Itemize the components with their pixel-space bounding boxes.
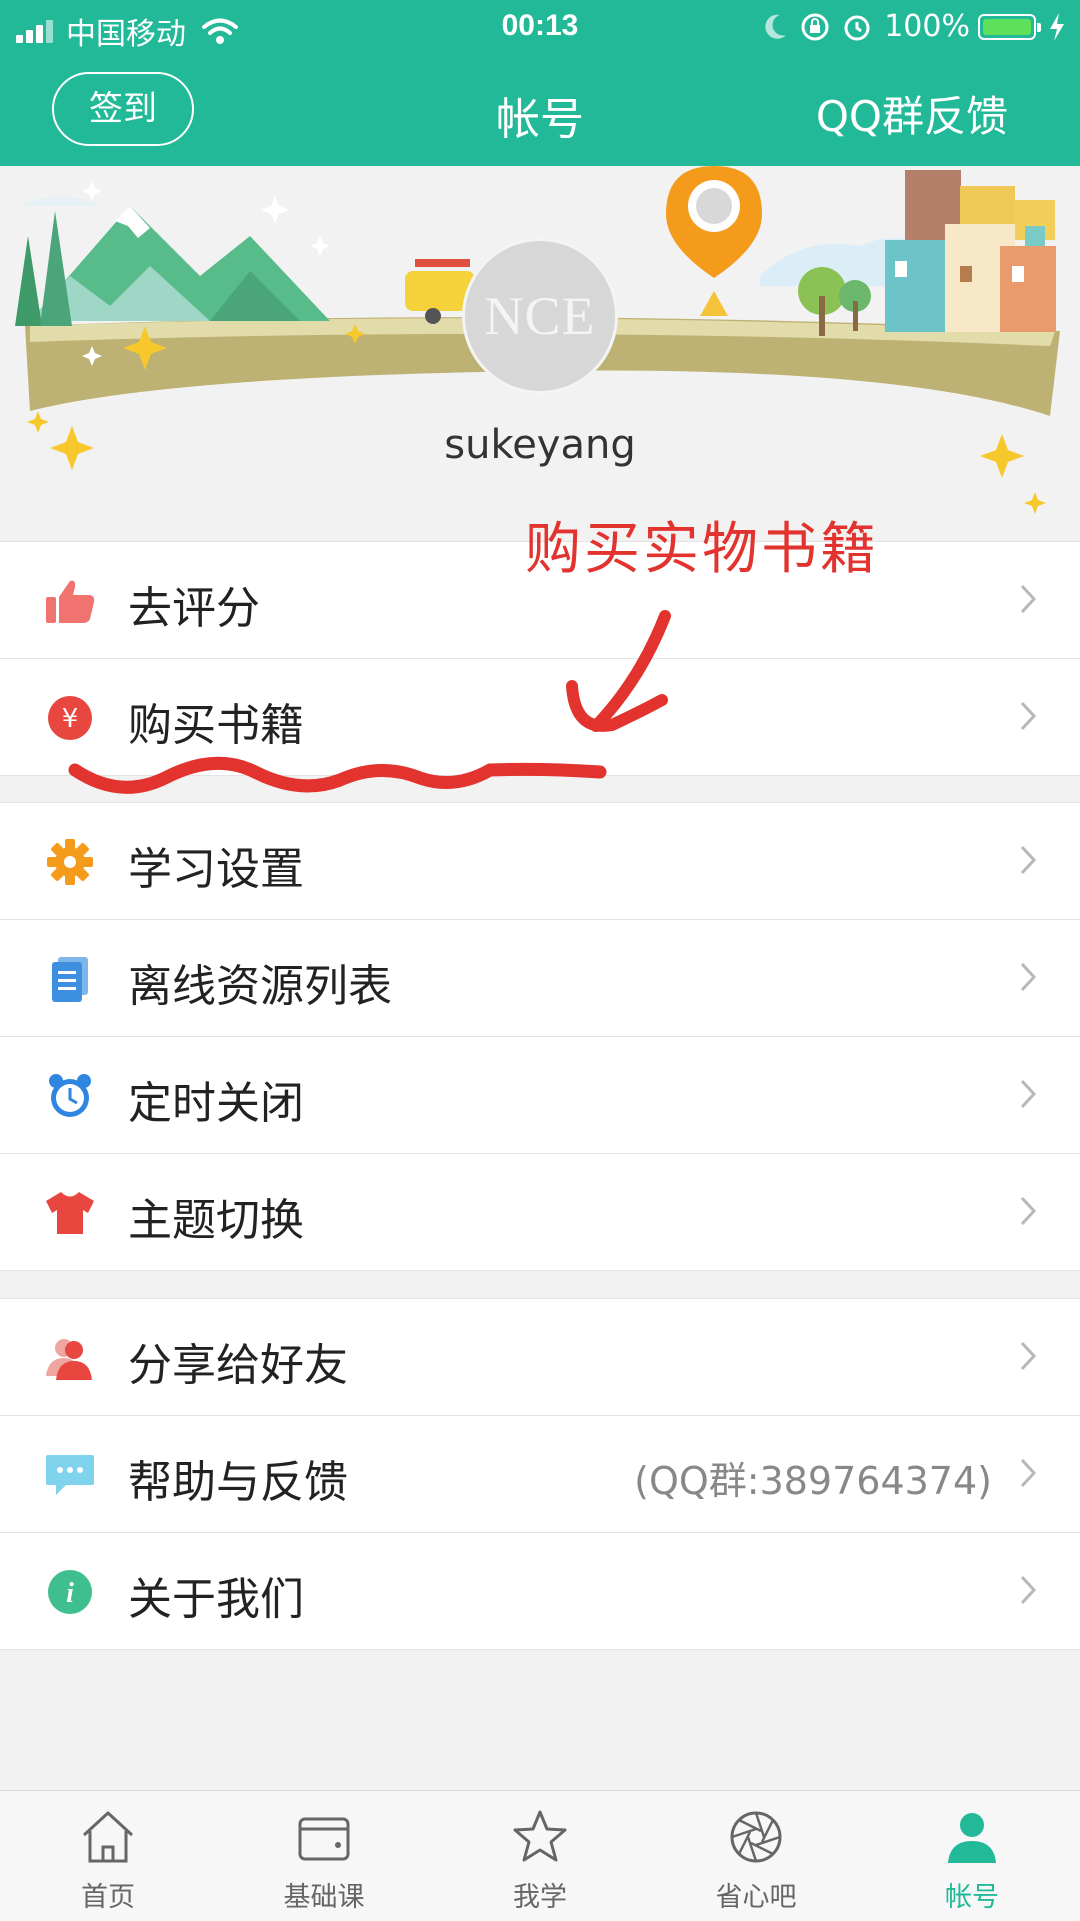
chevron-right-icon (1020, 962, 1037, 992)
menu-item-label: 关于我们 (128, 1574, 304, 1625)
username: sukeyang (444, 422, 636, 468)
chevron-right-icon (1020, 701, 1037, 731)
aperture-icon (730, 1811, 782, 1863)
avatar-text: NCE (484, 286, 596, 346)
rotation-lock-icon (801, 13, 829, 40)
tab-label: 帐号 (945, 1882, 999, 1913)
thumbs-up-icon (46, 580, 95, 623)
menu-group-2: 学习设置 离线资源列表 定时关闭 主题切换 (0, 802, 1080, 1271)
menu-item-label: 去评分 (128, 583, 260, 634)
menu-item-about-us[interactable]: i 关于我们 (0, 1533, 1080, 1649)
chevron-right-icon (1020, 1575, 1037, 1605)
tab-label: 省心吧 (715, 1882, 797, 1913)
menu-item-timer-close[interactable]: 定时关闭 (0, 1037, 1080, 1154)
chevron-right-icon (1020, 1079, 1037, 1109)
chevron-right-icon (1020, 584, 1037, 614)
menu-item-share[interactable]: 分享给好友 (0, 1299, 1080, 1416)
tab-shengxinba[interactable]: 省心吧 (648, 1791, 864, 1921)
menu-item-label: 定时关闭 (128, 1078, 304, 1129)
home-icon (82, 1811, 134, 1863)
tab-bar: 首页 基础课 我学 省心吧 帐号 (0, 1790, 1080, 1921)
user-share-icon (46, 1339, 92, 1380)
menu-item-help-feedback[interactable]: 帮助与反馈 (QQ群:389764374) (0, 1416, 1080, 1533)
menu-item-theme-switch[interactable]: 主题切换 (0, 1154, 1080, 1270)
menu-item-label: 主题切换 (128, 1195, 304, 1246)
document-list-icon (52, 957, 88, 1002)
qq-group-number: (QQ群:389764374) (634, 1459, 992, 1503)
tab-label: 我学 (513, 1882, 567, 1913)
menu-item-label: 购买书籍 (128, 700, 304, 751)
tab-home[interactable]: 首页 (0, 1791, 216, 1921)
moon-icon (765, 14, 787, 39)
menu-group-3: 分享给好友 帮助与反馈 (QQ群:389764374) i 关于我们 (0, 1298, 1080, 1650)
menu-item-buy-books[interactable]: ¥ 购买书籍 (0, 659, 1080, 775)
menu-item-study-settings[interactable]: 学习设置 (0, 803, 1080, 920)
menu-item-offline-resources[interactable]: 离线资源列表 (0, 920, 1080, 1037)
charging-icon (1050, 12, 1064, 41)
tab-my-study[interactable]: 我学 (432, 1791, 648, 1921)
battery-percent: 100% (884, 9, 970, 44)
tab-label: 首页 (81, 1882, 135, 1913)
status-bar: 中国移动 00:13 100% (0, 0, 1080, 55)
star-icon (513, 1810, 567, 1862)
tab-label: 基础课 (283, 1882, 365, 1913)
menu-item-label: 离线资源列表 (128, 961, 392, 1012)
chevron-right-icon (1020, 1196, 1037, 1226)
yuan-icon: ¥ (48, 696, 92, 740)
svg-text:¥: ¥ (62, 704, 79, 734)
menu-item-label: 学习设置 (128, 844, 304, 895)
svg-text:i: i (66, 1578, 74, 1609)
info-icon: i (48, 1570, 92, 1614)
chevron-right-icon (1020, 1341, 1037, 1371)
tab-basic-course[interactable]: 基础课 (216, 1791, 432, 1921)
chevron-right-icon (1020, 1458, 1037, 1488)
profile-header: NCE sukeyang (0, 166, 1080, 540)
status-right: 100% (762, 9, 1066, 44)
tab-account[interactable]: 帐号 (864, 1791, 1080, 1921)
menu-item-label: 分享给好友 (128, 1340, 348, 1391)
user-icon (948, 1813, 996, 1863)
chat-bubble-icon (46, 1455, 94, 1495)
qq-feedback-button[interactable]: QQ群反馈 (816, 83, 1008, 144)
avatar[interactable]: NCE (462, 238, 618, 394)
wallet-icon (298, 1817, 350, 1861)
annotation-text: 购买实物书籍 (525, 517, 879, 582)
nav-bar: 签到 帐号 QQ群反馈 (0, 55, 1080, 166)
battery-icon (978, 13, 1041, 40)
tshirt-icon (46, 1192, 94, 1234)
alarm-clock-icon (49, 1074, 91, 1117)
gear-icon (47, 839, 93, 885)
chevron-right-icon (1020, 845, 1037, 875)
alarm-icon (844, 15, 870, 40)
menu-item-label: 帮助与反馈 (128, 1457, 348, 1508)
